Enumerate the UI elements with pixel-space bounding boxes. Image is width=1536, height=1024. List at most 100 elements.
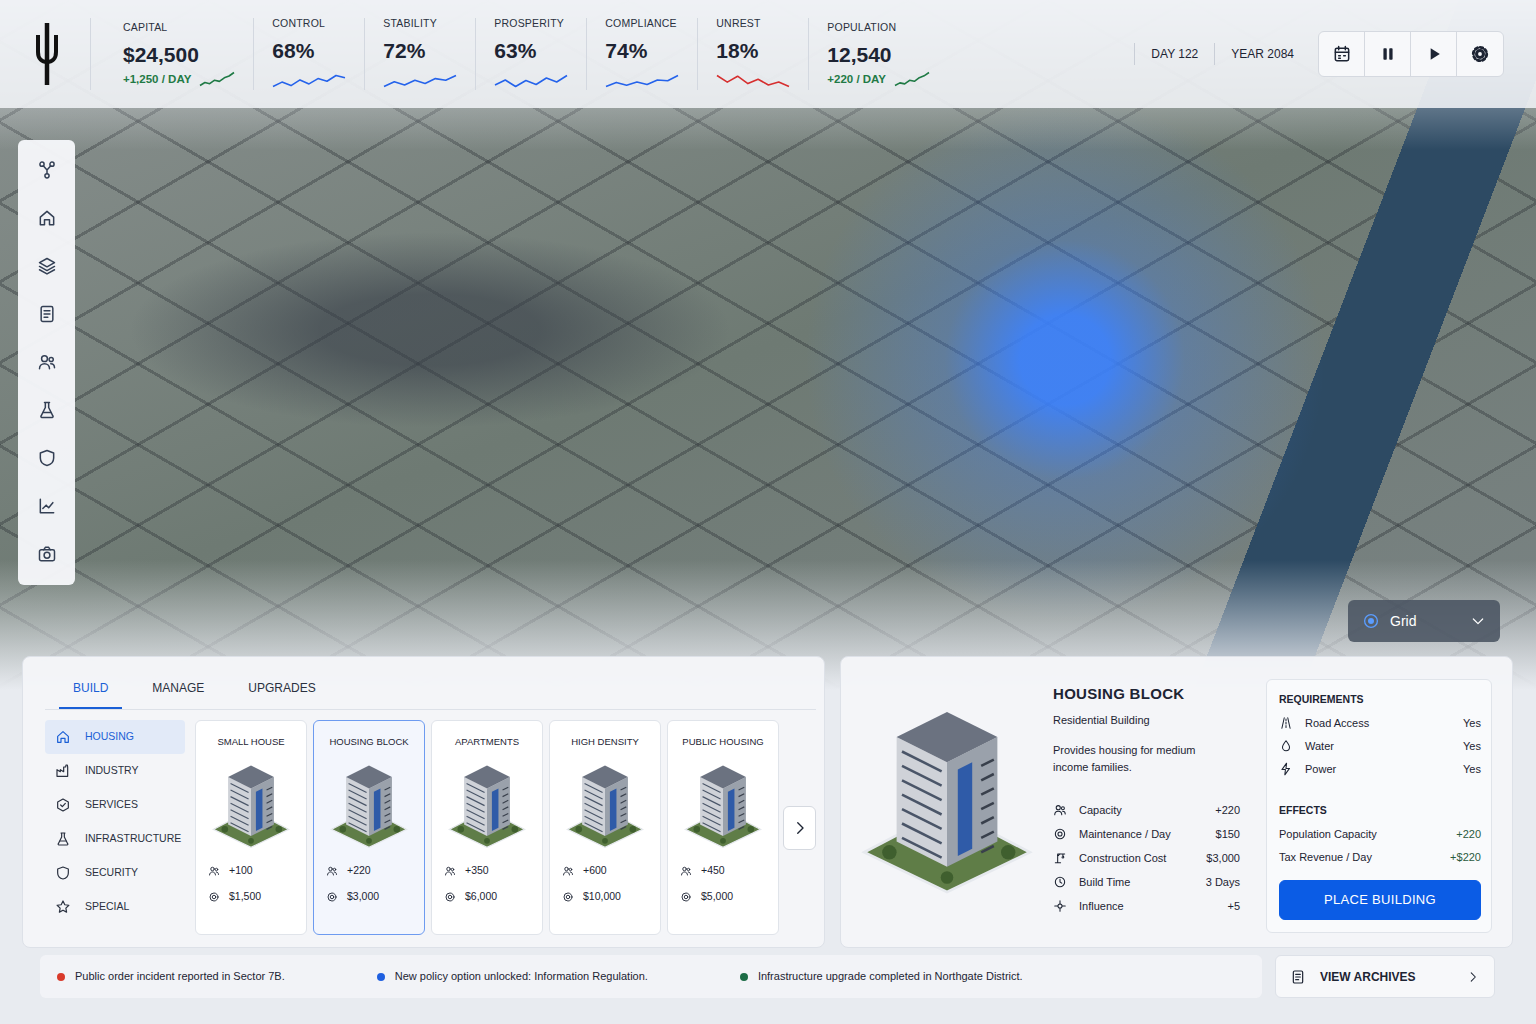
play-button[interactable] [1411,32,1457,76]
stat-value: 12,540 [827,43,930,66]
building-picture [328,759,410,849]
stat-trend [383,68,457,92]
requirement-row: WaterYes [1279,735,1481,758]
panels: BUILD MANAGE UPGRADES HOUSINGINDUSTRY SERVIC… [22,656,1514,948]
stat-value: 18% [716,39,790,62]
view-archives-button[interactable]: VIEW ARCHIVES [1275,955,1495,998]
stat-trend [494,68,568,92]
building-image [328,759,410,849]
factory-icon [55,763,71,779]
capacity-value: +350 [465,863,489,879]
stat-value: 63% [494,39,568,62]
people-icon [680,865,692,877]
requirement-label: Road Access [1305,715,1369,732]
services-icon [55,797,71,813]
people-icon [1053,803,1067,817]
detail-stat-row: Build Time3 Days [1053,870,1240,894]
category-item[interactable]: SERVICES [45,788,185,822]
sidebar-item[interactable] [18,146,75,194]
sparkline [494,74,568,88]
grid-dropdown[interactable]: Grid [1348,600,1500,642]
detail-stat-row: Construction Cost$3,000 [1053,846,1240,870]
home-icon [55,729,71,745]
building-card[interactable]: HIGH DENSITY+600$10,000 [549,720,661,935]
building-card[interactable]: PUBLIC HOUSING+450$5,000 [667,720,779,935]
stat-capital: CAPITAL$24,500+1,250 / DAY [90,18,253,90]
news-text: Public order incident reported in Sector… [75,968,285,985]
stat-label: Construction Cost [1079,850,1166,867]
cost-row: $1,500 [196,889,306,905]
logo [32,21,90,87]
water-icon [1279,739,1293,753]
building-name: PUBLIC HOUSING [682,735,763,749]
news-dot [377,973,385,981]
building-card[interactable]: APARTMENTS+350$6,000 [431,720,543,935]
stat-label: UNREST [716,16,790,32]
category-item[interactable]: SPECIAL [45,890,185,924]
cost-value: $10,000 [583,889,621,905]
requirement-row: PowerYes [1279,758,1481,781]
category-item[interactable]: HOUSING [45,720,185,754]
stat-label: Maintenance / Day [1079,826,1171,843]
tab[interactable]: UPGRADES [234,675,329,709]
detail-stat-row: Influence+5 [1053,894,1240,918]
stat-delta: +1,250 / DAY [123,71,191,88]
category-item[interactable]: INDUSTRY [45,754,185,788]
sparkline [894,71,930,87]
sidebar-item[interactable] [18,290,75,338]
pause-button[interactable] [1365,32,1411,76]
sidebar-item[interactable] [18,434,75,482]
detail-info: HOUSING BLOCKResidential BuildingProvide… [1053,679,1240,933]
game-screen: CAPITAL$24,500+1,250 / DAYCONTROL68%STAB… [0,0,1536,1024]
stat-unrest: UNREST 18% [697,18,808,90]
category-item[interactable]: INFRASTRUCTURE [45,822,185,856]
category-label: INFRASTRUCTURE [85,831,181,847]
category-label: SECURITY [85,865,138,881]
stat-value: 68% [272,39,346,62]
news-strip: Public order incident reported in Sector… [22,955,1514,998]
tab[interactable]: MANAGE [138,675,218,709]
effect-row: Population Capacity+220 [1279,823,1481,846]
category-label: SERVICES [85,797,138,813]
building-card[interactable]: SMALL HOUSE+100$1,500 [195,720,307,935]
trend-line [606,75,678,86]
place-building-button[interactable]: PLACE BUILDING [1279,880,1481,920]
sparkline [383,74,457,88]
sparkline [716,74,790,88]
cost-value: $3,000 [347,889,379,905]
chevron-down-icon [1470,613,1486,629]
people-icon [208,865,220,877]
sidebar-item[interactable] [18,386,75,434]
category-item[interactable]: SECURITY [45,856,185,890]
layers-icon [37,256,57,276]
stat-delta-row: +1,250 / DAY [123,71,235,88]
news-item[interactable]: New policy option unlocked: Information … [377,968,648,985]
effect-value: +$220 [1450,849,1481,866]
building-name: HOUSING BLOCK [329,735,408,749]
sidebar-item[interactable] [18,530,75,578]
news-item[interactable]: Infrastructure upgrade completed in Nort… [740,968,1023,985]
stat-label: CAPITAL [123,20,235,36]
settings-button[interactable] [1457,32,1503,76]
calendar-button[interactable] [1319,32,1365,76]
stat-compliance: COMPLIANCE74% [586,18,697,90]
news-text: Infrastructure upgrade completed in Nort… [758,968,1023,985]
sidebar-item[interactable] [18,482,75,530]
day-label: DAY 122 [1134,43,1214,65]
sidebar-item[interactable] [18,338,75,386]
stat-trend [605,68,679,92]
cost-row: $5,000 [668,889,778,905]
building-card[interactable]: HOUSING BLOCK+220$3,000 [313,720,425,935]
next-button[interactable] [783,806,816,850]
bottom-area: BUILD MANAGE UPGRADES HOUSINGINDUSTRY SERVIC… [0,656,1536,1024]
flask-icon [55,831,71,847]
sidebar-item[interactable] [18,242,75,290]
stat-value: 72% [383,39,457,62]
requirements-box: REQUIREMENTSRoad AccessYesWaterYesPowerY… [1266,679,1492,933]
trend-line [495,75,567,86]
news-item[interactable]: Public order incident reported in Sector… [57,968,285,985]
effects-title: EFFECTS [1279,803,1481,819]
sidebar-item[interactable] [18,194,75,242]
tab[interactable]: BUILD [59,675,122,709]
detail-subtitle: Residential Building [1053,712,1240,729]
